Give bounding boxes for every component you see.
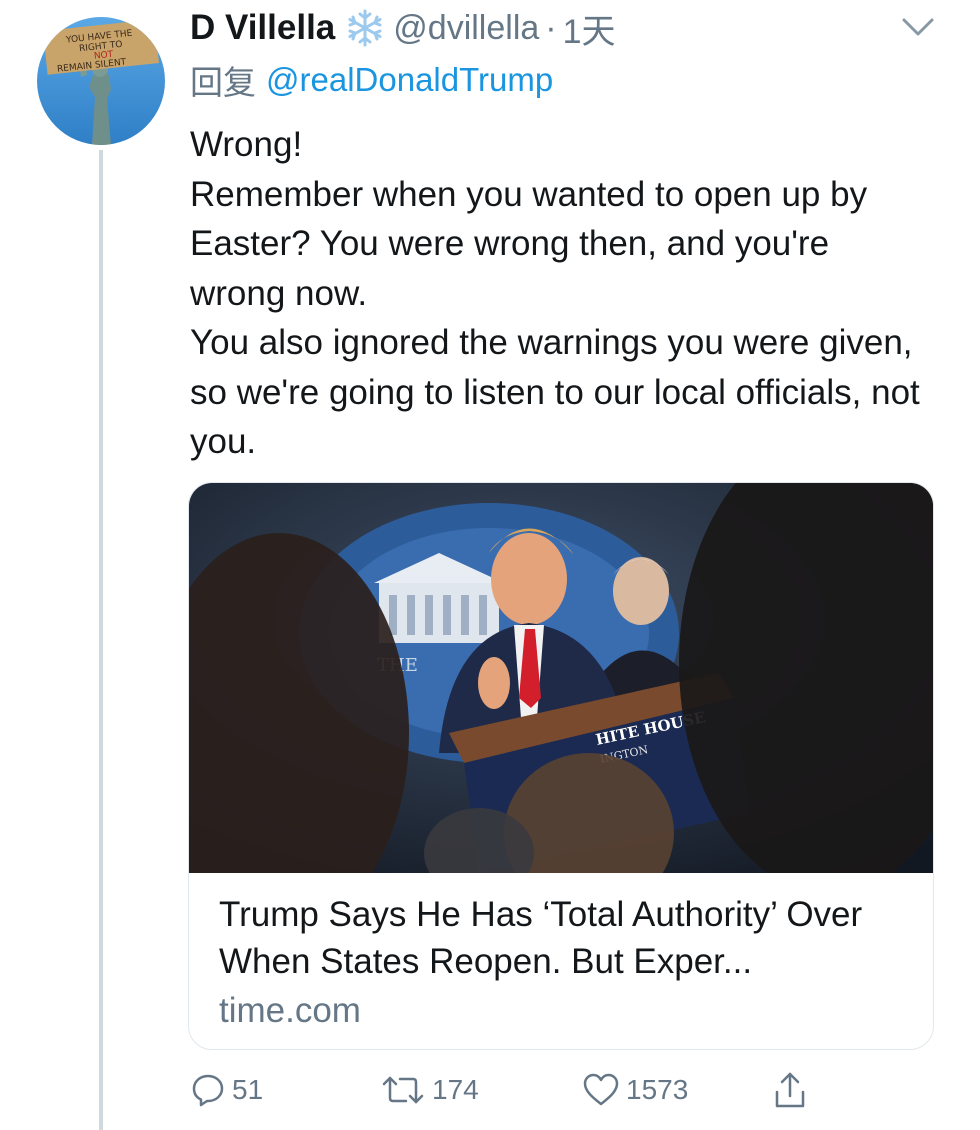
like-button[interactable]: 1573 <box>582 1068 688 1112</box>
reply-button[interactable]: 51 <box>190 1068 263 1112</box>
author-avatar[interactable]: YOU HAVE THE RIGHT TO NOT REMAIN SILENT <box>37 17 165 145</box>
author-handle[interactable]: @dvillella <box>393 9 539 48</box>
share-button[interactable] <box>772 1068 808 1112</box>
header-separator: · <box>545 8 557 47</box>
tweet-text: Wrong! Remember when you wanted to open … <box>190 120 930 467</box>
thread-line <box>99 150 103 1130</box>
tweet-text-line: Wrong! <box>190 125 303 164</box>
reply-context: 回复 @realDonaldTrump <box>190 58 553 102</box>
chevron-down-icon[interactable] <box>900 12 936 40</box>
tweet-header: D Villella @dvillella · 1天 <box>190 4 616 53</box>
reply-count: 51 <box>232 1074 264 1105</box>
tweet-text-line: Remember when you wanted to open up by E… <box>190 174 868 313</box>
share-icon <box>772 1070 808 1110</box>
author-display-name[interactable]: D Villella <box>190 8 335 48</box>
avatar-image: YOU HAVE THE RIGHT TO NOT REMAIN SILENT <box>37 17 165 145</box>
card-domain: time.com <box>219 991 361 1030</box>
card-title: Trump Says He Has ‘Total Authority’ Over… <box>219 895 863 981</box>
reply-icon <box>190 1072 226 1108</box>
card-body: Trump Says He Has ‘Total Authority’ Over… <box>219 891 909 1034</box>
retweet-button[interactable]: 174 <box>380 1068 479 1112</box>
retweet-icon <box>380 1072 426 1108</box>
reply-target-link[interactable]: @realDonaldTrump <box>266 61 553 99</box>
card-image: THE HITE HOUSE INGTON <box>189 483 933 873</box>
link-preview-card[interactable]: THE HITE HOUSE INGTON Trump Says He Has … <box>188 482 934 1050</box>
tweet-text-line: You also ignored the warnings you were g… <box>190 323 920 461</box>
heart-icon <box>582 1072 620 1108</box>
tweet-actions: 51 174 1573 <box>190 1068 930 1112</box>
reply-prefix: 回复 <box>190 64 256 101</box>
snowflake-icon <box>345 8 385 48</box>
tweet-timestamp[interactable]: 1天 <box>563 4 616 53</box>
like-count: 1573 <box>626 1074 689 1105</box>
retweet-count: 174 <box>432 1074 479 1105</box>
